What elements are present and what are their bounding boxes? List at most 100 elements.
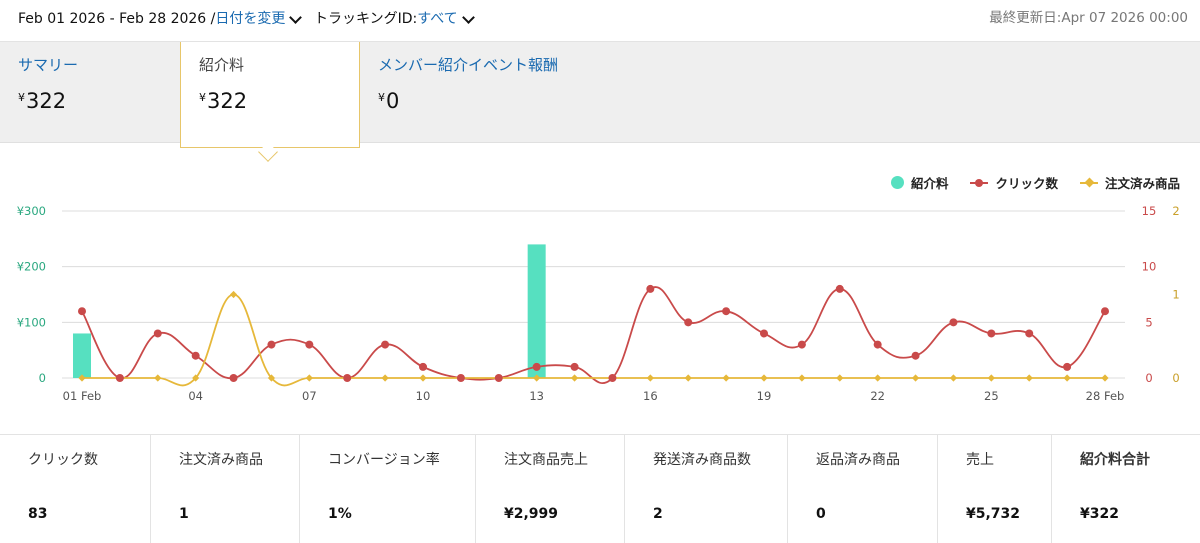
ordered-point: [760, 374, 768, 382]
summary-tabs: サマリー ¥322 紹介料 ¥322 メンバー紹介イベント報酬 ¥0: [0, 42, 1200, 148]
x-tick-label: 16: [643, 389, 658, 403]
legend-item-fee[interactable]: 紹介料: [890, 173, 949, 192]
clicks-point: [760, 329, 768, 338]
tab-summary-label: サマリー: [18, 56, 79, 74]
ordered-point: [1101, 374, 1109, 382]
clicks-point: [456, 374, 465, 382]
tab-referral-fee-value: ¥322: [199, 89, 341, 113]
clicks-line: [81, 286, 1106, 385]
ordered-point: [646, 374, 654, 382]
x-tick-label: 07: [302, 389, 317, 403]
ordered-point: [533, 374, 541, 382]
x-tick-label: 25: [984, 389, 999, 403]
ordered-point: [457, 374, 465, 382]
metric-label: クリック数: [28, 452, 98, 468]
tracking-id-value[interactable]: すべて: [417, 11, 457, 27]
metric-label: 注文済み商品: [179, 452, 263, 468]
x-tick-label: 28 Feb: [1086, 389, 1125, 403]
y-left-tick-label: ¥300: [17, 204, 46, 218]
clicks-point: [191, 351, 200, 360]
chevron-down-icon[interactable]: [289, 11, 303, 24]
metric-label: 注文商品売上: [504, 452, 588, 468]
metric-clicks: クリック数 83: [0, 435, 151, 543]
tab-summary[interactable]: サマリー ¥322: [0, 42, 180, 143]
date-range-text: Feb 01 2026 - Feb 28 2026 /: [18, 11, 216, 27]
legend-label-ordered: 注文済み商品: [1104, 176, 1180, 191]
clicks-point: [153, 329, 162, 338]
metrics-row: クリック数 83 注文済み商品 1 コンバージョン率 1% 注文商品売上 ¥2,…: [0, 434, 1200, 543]
metric-label: 売上: [966, 452, 994, 468]
ordered-point: [570, 374, 579, 382]
y-right-clicks-tick-label: 5: [1145, 315, 1152, 329]
clicks-point: [722, 307, 731, 316]
metric-label: 紹介料合計: [1080, 452, 1150, 468]
metric-conversion-rate: コンバージョン率 1%: [300, 435, 476, 543]
legend-swatch-fee: [890, 176, 904, 189]
ordered-point: [116, 374, 124, 382]
ordered-point: [495, 374, 503, 382]
clicks-point: [797, 340, 806, 349]
ordered-point: [722, 374, 730, 382]
x-tick-label: 13: [529, 389, 544, 403]
tab-member-referral-value: ¥0: [378, 89, 642, 113]
legend-item-ordered[interactable]: 注文済み商品: [1079, 173, 1180, 192]
tab-referral-fee-amount: 322: [207, 89, 248, 113]
y-right-ordered-tick-label: 1: [1172, 288, 1179, 302]
metric-value: ¥322: [1080, 506, 1119, 522]
clicks-point: [873, 340, 882, 349]
ordered-point: [949, 374, 958, 382]
clicks-point: [267, 340, 276, 349]
last-updated: 最終更新日:Apr 07 2026 00:00: [989, 10, 1188, 26]
ordered-point: [154, 374, 162, 382]
tab-referral-fee[interactable]: 紹介料 ¥322: [180, 42, 360, 148]
clicks-point: [532, 362, 541, 371]
metric-label: コンバージョン率: [328, 452, 440, 468]
legend-item-clicks[interactable]: クリック数: [970, 173, 1058, 192]
metric-value: 2: [653, 506, 663, 522]
ordered-point: [381, 374, 389, 382]
x-tick-label: 10: [416, 389, 431, 403]
clicks-point: [1025, 329, 1034, 338]
legend-label-fee: 紹介料: [910, 176, 949, 191]
clicks-point: [229, 374, 238, 382]
clicks-point: [419, 362, 427, 371]
ordered-point: [419, 374, 427, 382]
tab-member-referral[interactable]: メンバー紹介イベント報酬 ¥0: [360, 42, 660, 143]
metric-revenue: 売上 ¥5,732: [938, 435, 1052, 543]
tracking-id-label: トラッキングID:: [314, 11, 418, 27]
tab-member-referral-amount: 0: [386, 89, 400, 113]
y-right-ordered-tick-label: 0: [1172, 371, 1179, 385]
ordered-point: [798, 374, 806, 382]
ordered-point: [343, 374, 351, 382]
clicks-point: [835, 284, 844, 293]
y-right-clicks-tick-label: 10: [1142, 260, 1157, 274]
ordered-point: [608, 374, 617, 382]
tracking-id-selector[interactable]: トラッキングID:すべて: [314, 8, 477, 28]
legend-swatch-clicks: [970, 178, 989, 187]
tab-summary-value: ¥322: [18, 89, 162, 113]
chevron-down-icon[interactable]: [461, 11, 475, 24]
legend-label-clicks: クリック数: [995, 176, 1058, 191]
currency-symbol: ¥: [199, 91, 206, 104]
metric-value: ¥2,999: [504, 506, 559, 522]
ordered-point: [192, 374, 200, 382]
ordered-point: [911, 374, 920, 382]
tab-member-referral-label: メンバー紹介イベント報酬: [378, 56, 559, 74]
x-tick-label: 04: [188, 389, 203, 403]
metric-value: 83: [28, 506, 48, 522]
x-tick-label: 22: [870, 389, 885, 403]
clicks-point: [305, 340, 314, 349]
fee-bar: [527, 244, 546, 378]
metric-ordered-items: 注文済み商品 1: [151, 435, 300, 543]
metric-returned-items: 返品済み商品 0: [788, 435, 938, 543]
y-right-clicks-tick-label: 15: [1142, 204, 1157, 218]
ordered-line: [81, 293, 1105, 387]
metric-value: ¥5,732: [966, 506, 1021, 522]
y-left-tick-label: 0: [39, 371, 46, 385]
legend-swatch-ordered: [1079, 181, 1098, 184]
clicks-point: [381, 340, 390, 349]
currency-symbol: ¥: [378, 91, 385, 104]
x-tick-label: 01 Feb: [63, 389, 102, 403]
change-date-link[interactable]: 日付を変更: [215, 11, 285, 27]
clicks-point: [684, 318, 693, 327]
